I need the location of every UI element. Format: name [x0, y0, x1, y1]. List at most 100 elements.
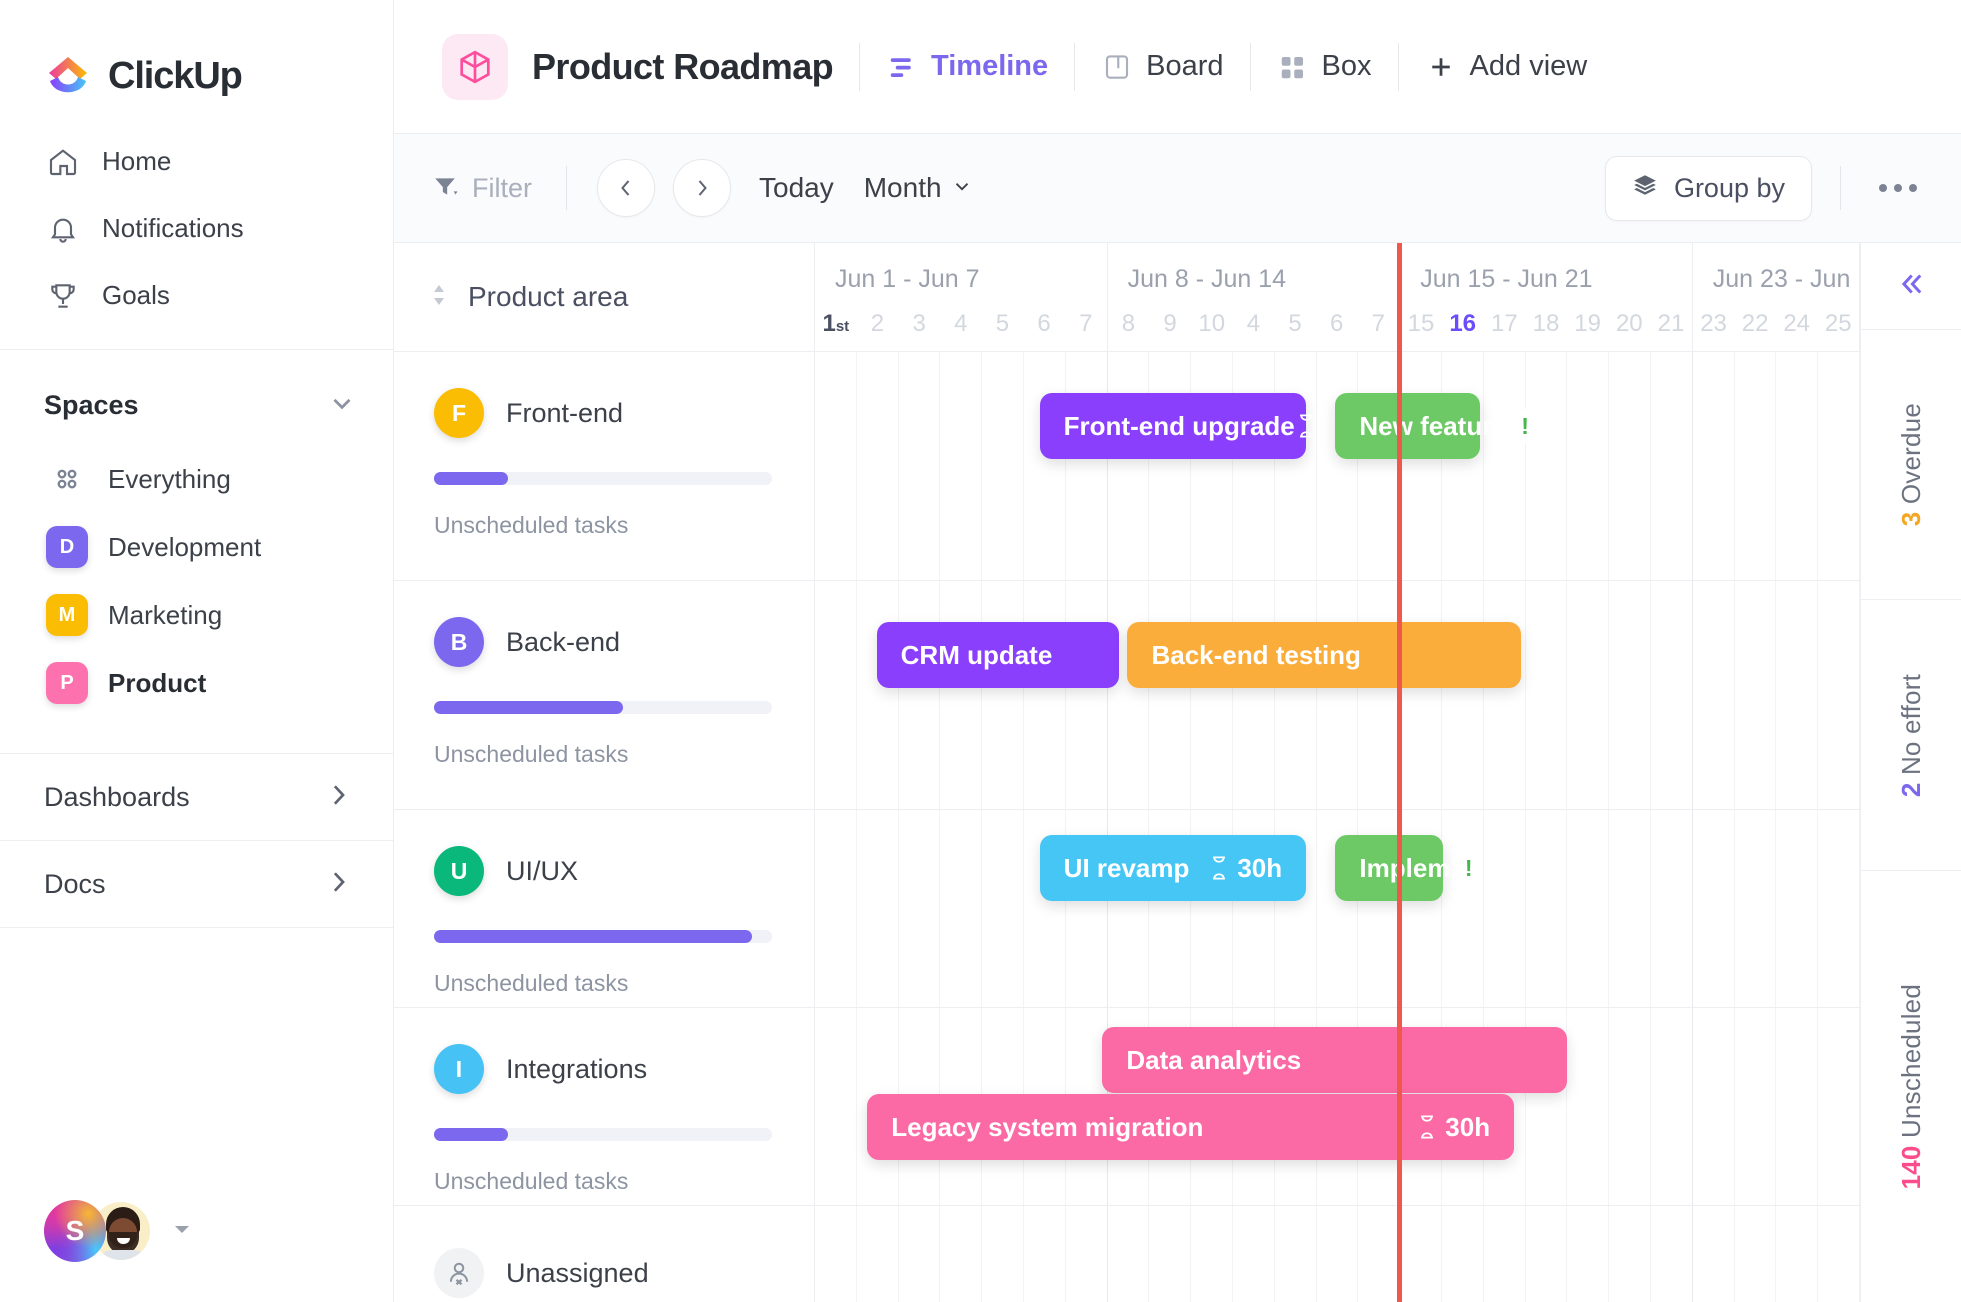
- unscheduled-tasks-label[interactable]: Unscheduled tasks: [434, 1168, 780, 1195]
- page-title: Product Roadmap: [532, 45, 834, 87]
- more-options-button[interactable]: [1869, 174, 1927, 202]
- row-header-ui-ux[interactable]: U UI/UX Unscheduled tasks: [394, 810, 815, 1007]
- sidebar-item-notifications[interactable]: Notifications: [0, 195, 393, 262]
- product-area-column-header[interactable]: Product area: [394, 243, 815, 351]
- prev-period-button[interactable]: [597, 159, 655, 217]
- spaces-header[interactable]: Spaces: [0, 350, 393, 445]
- task-title: Front-end upgrade: [1063, 410, 1295, 441]
- day-cell[interactable]: 5: [982, 310, 1024, 338]
- tab-label: Box: [1321, 50, 1372, 82]
- filter-button[interactable]: Filter: [432, 173, 532, 204]
- next-period-button[interactable]: [673, 159, 731, 217]
- day-cell[interactable]: 7: [1065, 310, 1107, 338]
- add-view-button[interactable]: Add view: [1425, 50, 1587, 83]
- unscheduled-tasks-label[interactable]: Unscheduled tasks: [434, 970, 780, 997]
- brand-logo[interactable]: ClickUp: [0, 0, 393, 110]
- sidebar-item-dashboards[interactable]: Dashboards: [0, 754, 393, 840]
- week-label: Jun 23 - Jun: [1712, 265, 1851, 293]
- row-header-back-end[interactable]: B Back-end Unscheduled tasks: [394, 581, 815, 809]
- today-button[interactable]: Today: [759, 172, 834, 204]
- bell-icon: [46, 212, 80, 246]
- sidebar-item-home[interactable]: Home: [0, 128, 393, 195]
- task-bar[interactable]: Implem.. !: [1328, 835, 1473, 901]
- task-bar[interactable]: CRM update: [869, 622, 1120, 688]
- task-bar[interactable]: New feature.. !: [1328, 393, 1529, 459]
- stat-unscheduled[interactable]: 140 Unscheduled: [1861, 869, 1961, 1302]
- divider: [1840, 166, 1841, 210]
- row-track[interactable]: Front-end upgrade 30h New feature.. !: [815, 352, 1860, 580]
- caret-down-icon[interactable]: [170, 1217, 194, 1246]
- board-icon: [1101, 51, 1133, 83]
- chevron-right-icon: [323, 867, 353, 902]
- day-cell[interactable]: 4: [1233, 310, 1275, 338]
- row-label: UI/UX: [506, 855, 579, 886]
- task-bar[interactable]: Back-end testing: [1120, 622, 1522, 688]
- user-menu[interactable]: S: [0, 1200, 393, 1302]
- tab-box[interactable]: Box: [1277, 50, 1372, 83]
- unscheduled-tasks-label[interactable]: Unscheduled tasks: [434, 741, 780, 768]
- day-cell[interactable]: 2: [857, 310, 899, 338]
- day-cell[interactable]: 6: [1316, 310, 1358, 338]
- tab-timeline[interactable]: Timeline: [886, 50, 1048, 83]
- row-track[interactable]: UI revamp 30h Implem.. !: [815, 810, 1860, 1007]
- day-cell[interactable]: 25: [1817, 310, 1859, 338]
- grid-dots-icon: [46, 458, 88, 500]
- day-cell[interactable]: 18: [1525, 310, 1567, 338]
- task-bar[interactable]: UI revamp 30h: [1032, 835, 1307, 901]
- row-header-front-end[interactable]: F Front-end Unscheduled tasks: [394, 352, 815, 580]
- sidebar-item-marketing[interactable]: M Marketing: [0, 581, 393, 649]
- workspace-avatar[interactable]: S: [44, 1200, 106, 1262]
- sort-icon[interactable]: [428, 282, 450, 313]
- task-bar[interactable]: Data analytics: [1095, 1027, 1568, 1093]
- row-header-unassigned[interactable]: Unassigned: [394, 1206, 815, 1302]
- row-track[interactable]: Data analytics Legacy system migration 3…: [815, 1008, 1860, 1205]
- day-cell[interactable]: 6: [1023, 310, 1065, 338]
- sidebar-item-development[interactable]: D Development: [0, 513, 393, 581]
- row-header-integrations[interactable]: I Integrations Unscheduled tasks: [394, 1008, 815, 1205]
- day-cell[interactable]: 19: [1567, 310, 1609, 338]
- toolbar-right: Group by: [1604, 155, 1927, 221]
- day-cell[interactable]: 3: [898, 310, 940, 338]
- sidebar-item-goals[interactable]: Goals: [0, 262, 393, 329]
- stat-overdue[interactable]: 3 Overdue: [1861, 329, 1961, 599]
- tab-board[interactable]: Board: [1101, 50, 1224, 83]
- group-by-button[interactable]: Group by: [1604, 155, 1812, 221]
- collapse-rail-button[interactable]: [1894, 243, 1928, 329]
- sidebar-item-product[interactable]: P Product: [0, 649, 393, 717]
- progress-bar: [434, 1128, 772, 1141]
- day-cell[interactable]: 23: [1693, 310, 1735, 338]
- grid-columns: [815, 1206, 1860, 1302]
- day-cell[interactable]: 21: [1650, 310, 1692, 338]
- task-bar[interactable]: Front-end upgrade 30h: [1032, 393, 1369, 459]
- task-bar[interactable]: Legacy system migration 30h: [860, 1094, 1515, 1160]
- sidebar-item-everything[interactable]: Everything: [0, 445, 393, 513]
- day-cell[interactable]: 5: [1274, 310, 1316, 338]
- sidebar-item-label: Goals: [102, 280, 170, 310]
- filter-icon: [432, 173, 458, 204]
- space-badge: D: [46, 526, 88, 568]
- row-track[interactable]: CRM update Back-end testing: [815, 581, 1860, 809]
- chevron-down-icon[interactable]: [327, 388, 357, 423]
- zoom-level-select[interactable]: Month: [864, 172, 973, 204]
- timeline-header: Product area Jun 1 - Jun 7 1st 2 3 4 5 6…: [394, 243, 1860, 352]
- day-cell[interactable]: 4: [940, 310, 982, 338]
- day-cell[interactable]: 15: [1400, 310, 1442, 338]
- day-cell[interactable]: 8: [1108, 310, 1150, 338]
- week-label: Jun 8 - Jun 14: [1127, 265, 1287, 293]
- clickup-logo-icon: [44, 52, 92, 100]
- day-cell[interactable]: 22: [1734, 310, 1776, 338]
- day-cell[interactable]: 24: [1776, 310, 1818, 338]
- day-cell[interactable]: 7: [1358, 310, 1400, 338]
- day-cell[interactable]: 10: [1191, 310, 1233, 338]
- unscheduled-tasks-label[interactable]: Unscheduled tasks: [434, 512, 780, 539]
- column-header-label: Product area: [468, 281, 629, 312]
- week-column: Jun 15 - Jun 21 15 16 17 18 19 20 21: [1400, 243, 1693, 351]
- day-cell-today[interactable]: 16: [1442, 310, 1484, 338]
- day-cell[interactable]: 20: [1608, 310, 1650, 338]
- day-cell[interactable]: 1st: [815, 310, 857, 338]
- row-track[interactable]: [815, 1206, 1860, 1302]
- day-cell[interactable]: 17: [1484, 310, 1526, 338]
- stat-no-effort[interactable]: 2 No effort: [1861, 599, 1961, 869]
- sidebar-item-docs[interactable]: Docs: [0, 841, 393, 927]
- day-cell[interactable]: 9: [1149, 310, 1191, 338]
